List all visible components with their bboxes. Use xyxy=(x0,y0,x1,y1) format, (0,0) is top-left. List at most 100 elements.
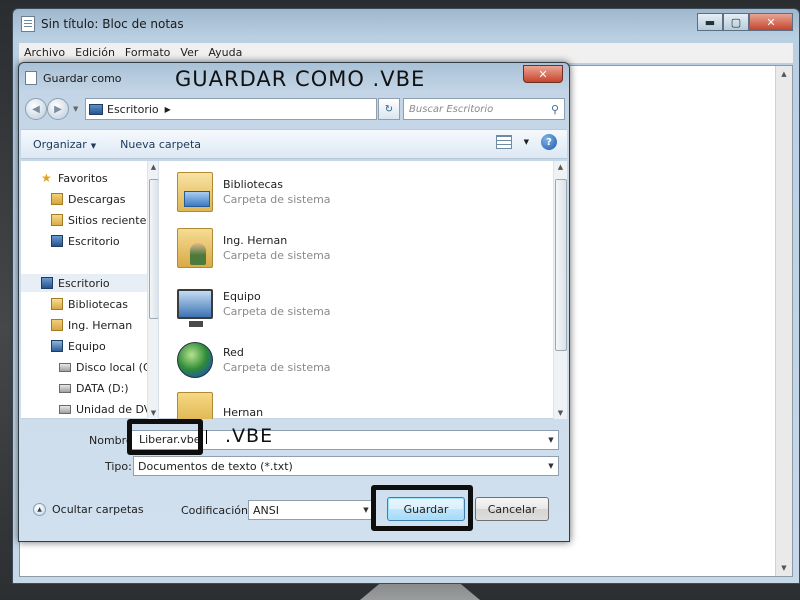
nav-data-d[interactable]: DATA (D:) xyxy=(59,379,129,397)
cancel-button[interactable]: Cancelar xyxy=(475,497,549,521)
desktop-icon xyxy=(41,277,53,289)
nav-bibliotecas[interactable]: Bibliotecas xyxy=(51,295,128,313)
filetype-select[interactable]: Documentos de texto (*.txt) ▼ xyxy=(133,456,559,476)
scroll-down-icon[interactable]: ▼ xyxy=(148,409,158,417)
libraries-icon xyxy=(177,172,213,212)
minimize-button[interactable]: ▬ xyxy=(697,13,723,31)
nav-escritorio-label: Escritorio xyxy=(58,276,110,290)
file-name: Red xyxy=(223,346,244,359)
text-cursor xyxy=(206,430,207,444)
list-item-text: Equipo Carpeta de sistema xyxy=(223,290,331,318)
libraries-icon xyxy=(51,298,63,310)
scroll-up-icon[interactable]: ▲ xyxy=(554,163,567,171)
close-button[interactable]: ✕ xyxy=(749,13,793,31)
new-folder-button[interactable]: Nueva carpeta xyxy=(108,138,213,151)
search-input[interactable]: Buscar Escritorio xyxy=(409,104,546,115)
scroll-down-icon[interactable]: ▼ xyxy=(554,409,567,417)
user-folder-icon xyxy=(51,319,63,331)
scroll-up-icon[interactable]: ▲ xyxy=(148,163,158,171)
file-name: Hernan xyxy=(223,405,264,419)
scrollbar-thumb[interactable] xyxy=(149,179,158,319)
encoding-select[interactable]: ANSI ▼ xyxy=(248,500,374,520)
nav-escritorio[interactable]: Escritorio xyxy=(21,274,147,292)
menu-archivo[interactable]: Archivo xyxy=(19,43,70,63)
menu-edicion[interactable]: Edición xyxy=(70,43,120,63)
notepad-menubar: Archivo Edición Formato Ver Ayuda xyxy=(19,43,793,63)
command-toolbar: Organizar ▼ Nueva carpeta ▼ ? xyxy=(21,129,567,159)
computer-icon xyxy=(177,289,213,327)
search-box[interactable]: Buscar Escritorio ⚲ xyxy=(403,98,565,120)
recent-pages-dropdown-icon[interactable]: ▼ xyxy=(73,105,78,113)
encoding-value[interactable]: ANSI xyxy=(253,504,359,517)
nav-sitios-recientes[interactable]: Sitios recientes xyxy=(51,211,152,229)
dialog-titlebar: Guardar como xyxy=(25,67,122,89)
refresh-button[interactable]: ↻ xyxy=(378,98,400,120)
file-type: Carpeta de sistema xyxy=(223,193,331,206)
star-icon: ★ xyxy=(41,171,52,185)
forward-arrow-icon: ▶ xyxy=(54,103,62,115)
desktop-icon xyxy=(89,103,103,115)
organize-button[interactable]: Organizar ▼ xyxy=(21,138,108,151)
view-dropdown-icon[interactable]: ▼ xyxy=(524,138,529,146)
file-type: Carpeta de sistema xyxy=(223,361,331,374)
change-view-icon[interactable] xyxy=(495,135,512,149)
hard-drive-icon xyxy=(59,362,71,372)
file-type: Carpeta de sistema xyxy=(223,305,331,318)
menu-ver[interactable]: Ver xyxy=(175,43,203,63)
address-bar[interactable]: Escritorio ▶ ↻ xyxy=(85,98,400,120)
dialog-close-button[interactable]: ✕ xyxy=(523,65,563,83)
nav-escritorio-fav[interactable]: Escritorio xyxy=(51,232,120,250)
scroll-down-icon[interactable]: ▼ xyxy=(776,560,792,576)
list-item[interactable]: Bibliotecas Carpeta de sistema xyxy=(177,167,331,217)
nav-disco-local[interactable]: Disco local (C:) xyxy=(59,358,158,376)
list-item[interactable]: Ing. Hernan Carpeta de sistema xyxy=(177,223,331,273)
help-icon[interactable]: ? xyxy=(541,134,557,150)
nav-favorites[interactable]: ★ Favoritos xyxy=(41,169,108,187)
back-arrow-icon: ◀ xyxy=(32,103,40,115)
nav-bibliotecas-label: Bibliotecas xyxy=(68,297,129,311)
file-list: Bibliotecas Carpeta de sistema Ing. Hern… xyxy=(165,161,553,419)
hide-folders-button[interactable]: ▲ Ocultar carpetas xyxy=(33,503,144,516)
menu-formato[interactable]: Formato xyxy=(120,43,176,63)
filetype-label: Tipo: xyxy=(105,460,132,473)
dialog-icon xyxy=(25,71,37,85)
nav-unidad-dvd[interactable]: Unidad de DVD xyxy=(59,400,158,418)
file-name: Ing. Hernan xyxy=(223,234,288,247)
list-item[interactable]: Equipo Carpeta de sistema xyxy=(177,279,331,329)
forward-button[interactable]: ▶ xyxy=(47,98,69,120)
search-icon[interactable]: ⚲ xyxy=(546,103,564,116)
nav-ing-hernan[interactable]: Ing. Hernan xyxy=(51,316,132,334)
nav-descargas[interactable]: Descargas xyxy=(51,190,126,208)
file-type: Carpeta de sistema xyxy=(223,249,331,262)
navigation-pane: ★ Favoritos Descargas Sitios recientes E… xyxy=(21,161,159,419)
encoding-label: Codificación: xyxy=(181,504,252,517)
breadcrumb-chevron-icon[interactable]: ▶ xyxy=(165,105,171,114)
hard-drive-icon xyxy=(59,383,71,393)
back-button[interactable]: ◀ xyxy=(25,98,47,120)
list-item[interactable]: Red Carpeta de sistema xyxy=(177,335,331,385)
nav-equipo-label: Equipo xyxy=(68,339,106,353)
filetype-value[interactable]: Documentos de texto (*.txt) xyxy=(138,460,544,473)
list-item[interactable]: Hernan xyxy=(177,387,263,419)
file-list-scrollbar[interactable]: ▲ ▼ xyxy=(553,161,567,419)
scroll-up-icon[interactable]: ▲ xyxy=(776,66,792,82)
chevron-down-icon[interactable]: ▼ xyxy=(544,436,558,444)
notepad-icon xyxy=(21,16,35,32)
folder-icon xyxy=(177,392,213,419)
hide-folders-label: Ocultar carpetas xyxy=(52,503,144,516)
organize-label: Organizar xyxy=(33,137,87,151)
menu-ayuda[interactable]: Ayuda xyxy=(203,43,247,63)
nav-escritorio-fav-label: Escritorio xyxy=(68,234,120,248)
user-folder-icon xyxy=(177,228,213,268)
address-location[interactable]: Escritorio xyxy=(107,103,159,116)
nav-equipo[interactable]: Equipo xyxy=(51,337,106,355)
notepad-titlebar: Sin título: Bloc de notas xyxy=(21,9,184,39)
scrollbar-thumb[interactable] xyxy=(555,179,567,351)
browser-panes: ★ Favoritos Descargas Sitios recientes E… xyxy=(21,161,567,419)
chevron-down-icon[interactable]: ▼ xyxy=(544,462,558,470)
nav-data-d-label: DATA (D:) xyxy=(76,381,129,395)
maximize-button[interactable]: ▢ xyxy=(723,13,749,31)
notepad-scrollbar[interactable]: ▲ ▼ xyxy=(775,66,792,576)
desktop-icon xyxy=(51,235,63,247)
nav-pane-scrollbar[interactable]: ▲ ▼ xyxy=(147,161,158,419)
